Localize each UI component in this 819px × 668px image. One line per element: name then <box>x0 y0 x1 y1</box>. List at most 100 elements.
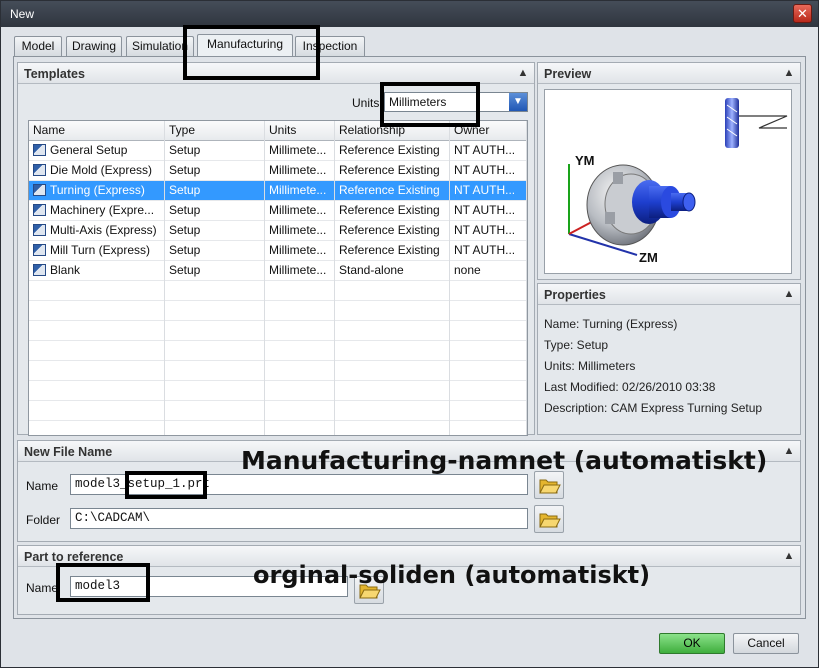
browse-folder-button[interactable] <box>534 505 564 533</box>
cell-text: Millimete... <box>269 223 327 237</box>
cell-name: Blank <box>29 261 165 281</box>
cell-text: Blank <box>50 263 81 277</box>
turning-part-illustration: YM ZM <box>568 98 788 265</box>
file-name-label: Name <box>26 479 59 493</box>
table-row <box>29 361 527 381</box>
cell-relationship <box>335 281 450 301</box>
table-row[interactable]: Machinery (Expre... Setup Millimete... Refe… <box>29 201 527 221</box>
table-row[interactable]: General Setup Setup Millimete... Reference … <box>29 141 527 161</box>
template-file-icon <box>33 244 46 256</box>
units-label: Units <box>352 96 380 110</box>
cell-units: Millimete... <box>265 201 335 221</box>
cell-relationship <box>335 341 450 361</box>
table-row[interactable]: Die Mold (Express) Setup Millimete... Refer… <box>29 161 527 181</box>
cell-units: Millimete... <box>265 141 335 161</box>
table-row[interactable]: Mill Turn (Express) Setup Millimete... Refe… <box>29 241 527 261</box>
cell-text: Setup <box>169 163 201 177</box>
highlight-part-name <box>56 563 150 602</box>
chevron-up-icon[interactable]: ▲ <box>781 548 797 564</box>
column-header-units[interactable]: Units <box>265 121 335 141</box>
table-row <box>29 381 527 401</box>
folder-input[interactable]: C:\CADCAM\ <box>70 508 528 529</box>
cell-owner <box>450 381 527 401</box>
cell-relationship <box>335 361 450 381</box>
cell-text: Setup <box>169 263 201 277</box>
chevron-up-icon[interactable]: ▲ <box>515 65 531 81</box>
tab-drawing[interactable]: Drawing <box>66 36 122 56</box>
close-button[interactable]: ✕ <box>793 4 812 23</box>
cell-owner: NT AUTH... <box>450 201 527 221</box>
cell-relationship <box>335 301 450 321</box>
chevron-up-icon[interactable]: ▲ <box>781 286 797 302</box>
property-name: Name: Turning (Express) <box>544 317 678 331</box>
highlight-manufacturing-tab <box>183 25 320 80</box>
properties-title: Properties <box>544 288 606 302</box>
cell-text: Setup <box>169 143 201 157</box>
cell-relationship <box>335 321 450 341</box>
column-header-type[interactable]: Type <box>165 121 265 141</box>
chevron-up-icon[interactable]: ▲ <box>781 65 797 81</box>
cell-units <box>265 361 335 381</box>
cell-relationship: Reference Existing <box>335 241 450 261</box>
browse-file-button[interactable] <box>534 471 564 499</box>
cell-type <box>165 281 265 301</box>
chevron-up-icon[interactable]: ▲ <box>781 443 797 459</box>
cell-text: Multi-Axis (Express) <box>50 223 157 237</box>
chevron-down-icon[interactable]: ▼ <box>509 93 527 111</box>
table-row <box>29 421 527 435</box>
properties-header[interactable]: Properties ▲ <box>538 284 800 305</box>
cell-text: Setup <box>169 183 201 197</box>
table-row[interactable]: Blank Setup Millimete... Stand-alone none <box>29 261 527 281</box>
template-file-icon <box>33 144 46 156</box>
cell-text: Die Mold (Express) <box>50 163 153 177</box>
template-file-icon <box>33 224 46 236</box>
table-row <box>29 341 527 361</box>
cell-name: Machinery (Expre... <box>29 201 165 221</box>
cell-units <box>265 321 335 341</box>
cell-name: Mill Turn (Express) <box>29 241 165 261</box>
cell-text: NT AUTH... <box>454 243 516 257</box>
cell-name: Multi-Axis (Express) <box>29 221 165 241</box>
cell-type <box>165 401 265 421</box>
table-row[interactable]: Multi-Axis (Express) Setup Millimete... Ref… <box>29 221 527 241</box>
cell-text: Reference Existing <box>339 163 440 177</box>
cell-name <box>29 321 165 341</box>
templates-title: Templates <box>24 67 85 81</box>
cell-text: Millimete... <box>269 263 327 277</box>
preview-panel: Preview ▲ YM ZM <box>537 62 801 280</box>
cell-relationship: Reference Existing <box>335 201 450 221</box>
cell-owner <box>450 321 527 341</box>
properties-panel: Properties ▲ Name: Turning (Express) Typ… <box>537 283 801 435</box>
cell-type: Setup <box>165 201 265 221</box>
cell-text: Reference Existing <box>339 183 440 197</box>
table-row <box>29 301 527 321</box>
cell-text: Millimete... <box>269 183 327 197</box>
cell-name: Die Mold (Express) <box>29 161 165 181</box>
ok-button[interactable]: OK <box>659 633 725 654</box>
cell-name <box>29 361 165 381</box>
cell-type <box>165 361 265 381</box>
cell-text: NT AUTH... <box>454 163 516 177</box>
cell-text: none <box>454 263 481 277</box>
folder-label: Folder <box>26 513 61 527</box>
cancel-button[interactable]: Cancel <box>733 633 799 654</box>
cell-text: Turning (Express) <box>50 183 145 197</box>
cell-name: General Setup <box>29 141 165 161</box>
title-bar: New ✕ <box>1 1 818 27</box>
cell-units <box>265 401 335 421</box>
cell-units <box>265 381 335 401</box>
cell-relationship: Reference Existing <box>335 141 450 161</box>
cell-type <box>165 381 265 401</box>
folder-open-icon <box>539 479 561 494</box>
tab-model[interactable]: Model <box>14 36 62 56</box>
column-header-name[interactable]: Name <box>29 121 165 141</box>
cell-type <box>165 301 265 321</box>
cell-owner <box>450 301 527 321</box>
cell-text: Reference Existing <box>339 203 440 217</box>
annotation-original-solid: orginal-soliden (automatiskt) <box>253 561 651 589</box>
cell-text: NT AUTH... <box>454 183 516 197</box>
template-file-icon <box>33 204 46 216</box>
table-row[interactable]: Turning (Express) Setup Millimete... Refere… <box>29 181 527 201</box>
property-units: Units: Millimeters <box>544 359 636 373</box>
preview-header[interactable]: Preview ▲ <box>538 63 800 84</box>
